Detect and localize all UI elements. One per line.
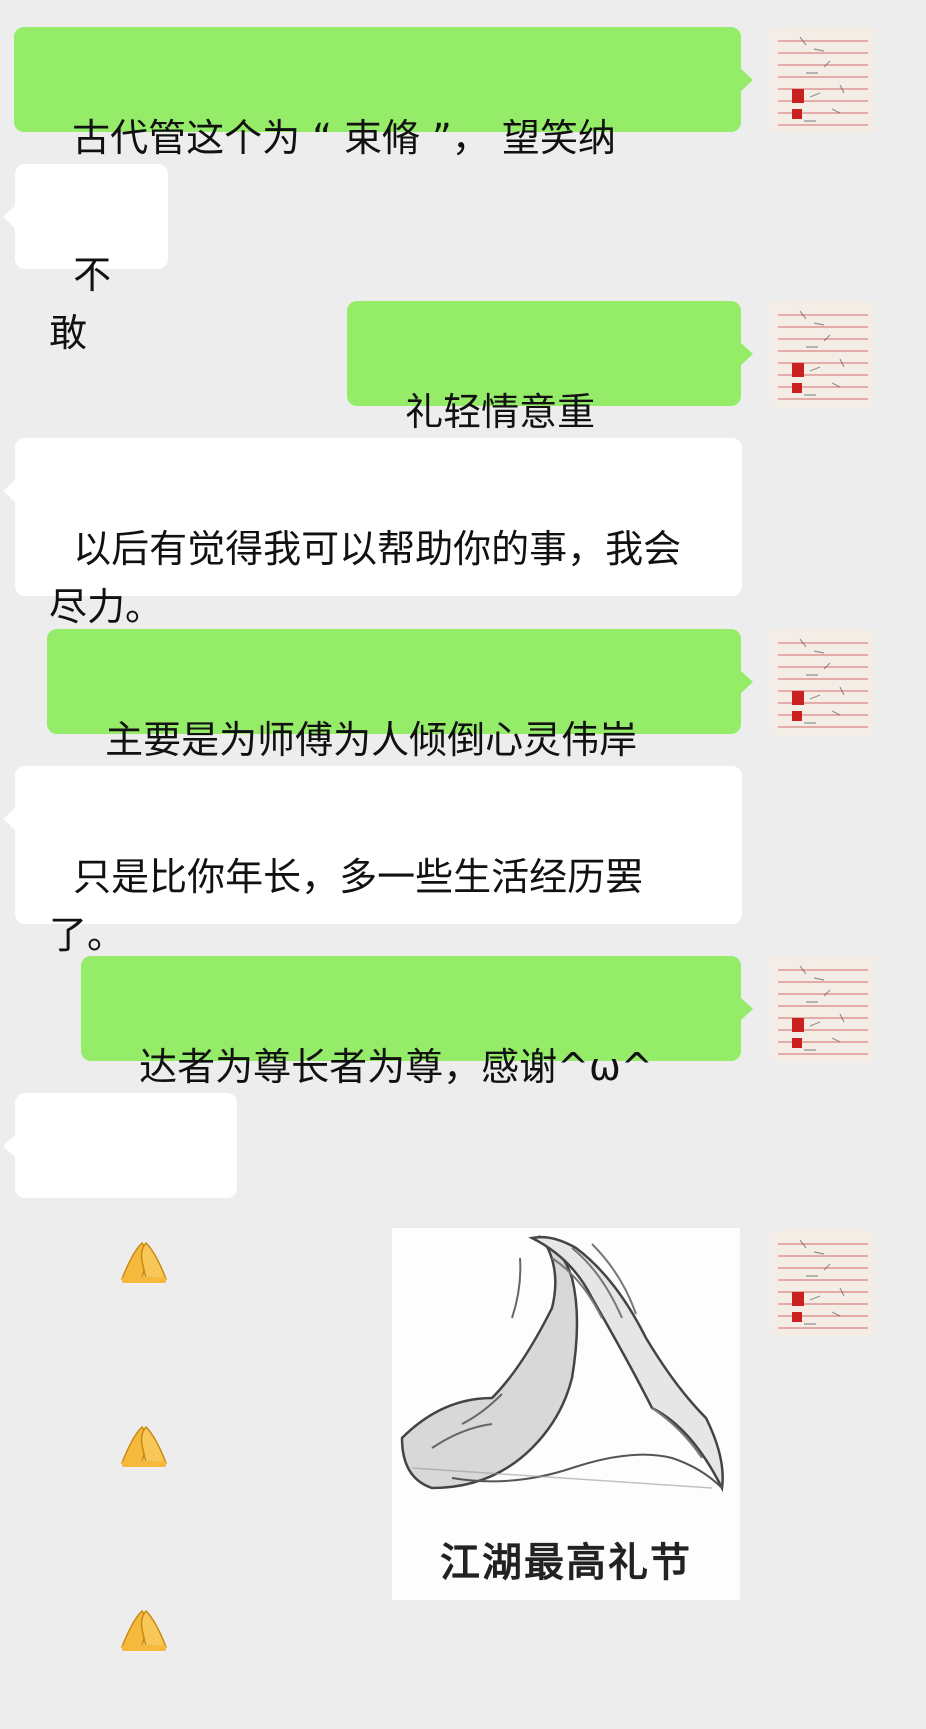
message-text: 主要是为师傅为人倾倒心灵伟岸 [105,718,638,762]
avatar-image [770,1230,876,1336]
avatar[interactable] [770,27,876,133]
message-bubble-received[interactable]: 不敢 [15,164,168,355]
avatar[interactable] [770,629,876,735]
bubble-tail [741,671,753,693]
message-bubble-sent[interactable]: 主要是为师傅为人倾倒心灵伟岸 [47,629,741,762]
message-bubble-sent[interactable]: 古代管这个为 “ 束脩 ”， 望笑纳 [14,27,741,160]
bubble-tail [3,206,15,228]
folded-hands-icon [69,1361,169,1545]
avatar-image [770,956,876,1062]
folded-hands-icon [69,1177,169,1361]
message-bubble-sent[interactable]: 礼轻情意重 [347,301,741,725]
avatar-image [770,27,876,133]
message-text: 只是比你年长，多一些生活经历罢了。 [49,855,644,957]
message-text: 礼轻情意重 [405,390,596,434]
bubble-tail [3,1135,15,1157]
bubble-tail [3,480,15,502]
bubble-tail [741,998,753,1020]
bubble-tail [741,343,753,365]
avatar-image [770,629,876,735]
message-bubble-sent[interactable]: 达者为尊长者为尊，感谢^ω^ [81,956,741,1089]
message-text: 以后有觉得我可以帮助你的事，我会尽力。 [49,527,682,629]
bubble-tail [741,69,753,91]
praying-hands-sticker[interactable]: 江湖最高礼节 [392,1228,740,1600]
folded-hands-icon [69,1545,169,1729]
message-text: 古代管这个为 “ 束脩 ”， 望笑纳 [72,116,616,160]
avatar[interactable] [770,956,876,1062]
message-bubble-received[interactable]: 以后有觉得我可以帮助你的事，我会尽力。 [15,438,742,629]
bubble-tail [3,808,15,830]
message-text: 达者为尊长者为尊，感谢^ω^ [139,1045,653,1089]
praying-hands-drawing [392,1228,740,1528]
message-bubble-received[interactable] [15,1093,237,1651]
sticker-caption: 江湖最高礼节 [440,1539,692,1586]
avatar[interactable] [770,1230,876,1336]
avatar[interactable] [770,301,876,407]
message-bubble-received[interactable]: 只是比你年长，多一些生活经历罢了。 [15,766,742,957]
message-text: 不敢 [49,253,112,355]
avatar-image [770,301,876,407]
